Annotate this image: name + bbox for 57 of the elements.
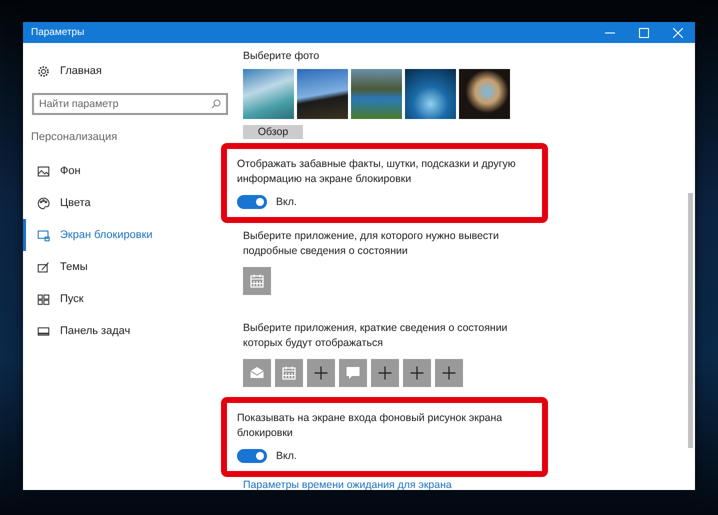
app-tile[interactable] <box>275 359 303 387</box>
picture-icon <box>37 164 50 178</box>
brush-icon <box>37 260 50 274</box>
photo-placeholder[interactable] <box>297 69 348 119</box>
home-item[interactable]: Главная <box>23 55 233 87</box>
sidebar-item[interactable]: Темы <box>23 251 233 283</box>
settings-icon <box>37 64 50 78</box>
sidebar-item-label: Темы <box>60 261 88 273</box>
sidebar-item[interactable]: Фон <box>23 155 233 187</box>
app-tile[interactable] <box>435 359 463 387</box>
home-label: Главная <box>60 65 102 77</box>
sidebar-item-label: Пуск <box>60 293 84 305</box>
calendar-icon <box>249 273 265 289</box>
app-tile[interactable] <box>403 359 431 387</box>
sidebar-item[interactable]: Пуск <box>23 283 233 315</box>
palette-icon <box>37 196 50 210</box>
setting-label: Отображать забавные факты, шутки, подсказки и другую информацию на экране блокировки <box>237 157 517 187</box>
browse-button[interactable]: Обзор <box>243 125 303 139</box>
search-icon <box>211 99 221 109</box>
search-field[interactable]: Найти параметр <box>32 93 228 115</box>
calendar-icon <box>281 365 297 381</box>
sidebar-item-label: Экран блокировки <box>60 229 153 241</box>
toggle-state-label: Вкл. <box>276 196 297 208</box>
app-tile[interactable] <box>243 267 271 295</box>
toggle-switch[interactable] <box>237 195 267 209</box>
timeout-settings-link[interactable]: Параметры времени ожидания для экрана <box>243 479 685 491</box>
monitor-lock-icon <box>37 228 50 242</box>
toggle-state-label: Вкл. <box>276 450 297 462</box>
setting-label: Выберите приложения, краткие сведения о состоянии которых будут отображаться <box>243 321 508 351</box>
envelope-icon <box>249 365 265 381</box>
app-tile[interactable] <box>371 359 399 387</box>
section-heading: Персонализация <box>30 130 118 145</box>
setting-label: Выберите приложение, для которого нужно вывести подробные сведения о состоянии <box>243 229 500 259</box>
photo-placeholder[interactable] <box>459 69 510 119</box>
sidebar-item-label: Цвета <box>60 197 91 209</box>
tiles-icon <box>37 292 50 306</box>
plus-icon <box>409 365 425 381</box>
plus-icon <box>377 365 393 381</box>
sidebar-item-label: Панель задач <box>60 325 130 337</box>
maximize-icon <box>639 28 649 38</box>
app-tile[interactable] <box>307 359 335 387</box>
sidebar-item-label: Фон <box>60 165 81 177</box>
chat-bubble-icon <box>345 365 361 381</box>
taskbar-icon <box>37 324 50 338</box>
sidebar-item[interactable]: Экран блокировки <box>23 219 233 251</box>
window-title: Параметры <box>31 27 86 38</box>
app-tile[interactable] <box>339 359 367 387</box>
plus-icon <box>441 365 457 381</box>
app-tile[interactable] <box>243 359 271 387</box>
close-icon <box>673 28 683 38</box>
photo-placeholder[interactable] <box>405 69 456 119</box>
sidebar-item[interactable]: Цвета <box>23 187 233 219</box>
plus-icon <box>313 365 329 381</box>
section-label: Выберите фото <box>243 49 320 64</box>
sidebar-item[interactable]: Панель задач <box>23 315 233 347</box>
setting-label: Показывать на экране входа фоновый рисунок экрана блокировки <box>237 411 504 441</box>
toggle-switch[interactable] <box>237 449 267 463</box>
